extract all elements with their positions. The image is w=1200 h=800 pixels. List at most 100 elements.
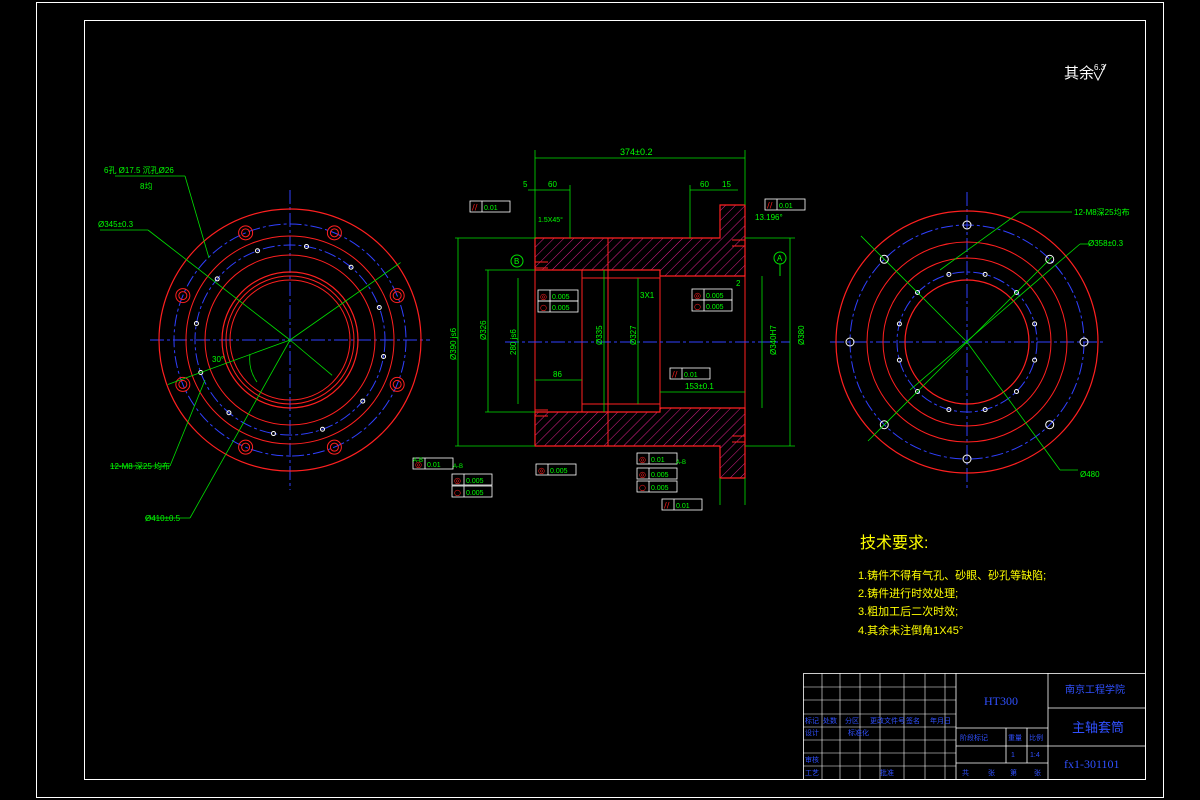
leader-line (867, 341, 968, 442)
cad-drawing-canvas: 其余 6.3 6孔 Ø17.5 沉孔Ø26 8均 Ø345±0.3 12-M8 … (36, 2, 1164, 798)
svg-text:1.铸件不得有气孔、砂眼、砂孔等缺陷;: 1.铸件不得有气孔、砂眼、砂孔等缺陷; (858, 568, 1046, 582)
tolerance-symbol-icon: ○ (694, 302, 701, 311)
dimension-text: Ø340H7 (769, 325, 778, 355)
tolerance-symbol-icon: ◎ (454, 476, 461, 485)
svg-text:4.其余未注倒角1X45°: 4.其余未注倒角1X45° (858, 623, 963, 637)
dimension-text: 1.5X45° (538, 216, 563, 224)
tolerance-value: 0.01 (484, 205, 498, 212)
svg-text:Ø345±0.3: Ø345±0.3 (98, 220, 134, 229)
dimension-text: 374±0.2 (620, 147, 652, 157)
tolerance-value: 0.005 (466, 490, 484, 497)
svg-text:1:4: 1:4 (1030, 752, 1040, 759)
tolerance-value: 0.005 (651, 472, 669, 479)
dimension-text: Ø327 (629, 325, 638, 345)
title-block-cell: 处数 (823, 716, 837, 725)
tolerance-value: 0.01 (779, 203, 793, 210)
svg-text:南京工程学院: 南京工程学院 (1065, 683, 1125, 696)
tolerance-symbol-icon: ◎ (540, 292, 547, 301)
tolerance-value: 0.005 (466, 478, 484, 485)
dimension-text: 15 (722, 180, 731, 189)
section-view: 374±0.2 60 60 5 15 86 153±0.1 3X1 2 1.5X45° 13.196… (412, 147, 806, 511)
tolerance-value: 0.005 (552, 294, 570, 301)
title-block-cell: 阶段标记 (960, 733, 988, 742)
datum-reference: A-B (413, 458, 423, 464)
title-block-cell: 比例 (1029, 733, 1043, 742)
tolerance-value: 0.005 (552, 305, 570, 312)
leader-line (860, 235, 968, 343)
title-block-cell: 更改文件号 (870, 716, 905, 725)
svg-text:1: 1 (1011, 752, 1015, 759)
svg-text:HT300: HT300 (984, 694, 1018, 708)
tolerance-symbol-icon: // (472, 203, 478, 212)
surface-roughness-note: 其余 6.3 (1064, 63, 1107, 82)
right-end-view: 12-M8深25均布 Ø358±0.3 Ø480 (830, 192, 1130, 490)
title-block-cell: 标记 (805, 716, 819, 725)
title-block-cell: 共 (962, 768, 969, 777)
tolerance-symbol-icon: ◎ (639, 455, 646, 464)
dimension-text: 5 (523, 180, 528, 189)
svg-text:3.粗加工后二次时效;: 3.粗加工后二次时效; (858, 604, 958, 618)
technical-requirements: 技术要求: 1.铸件不得有气孔、砂眼、砂孔等缺陷; 2.铸件进行时效处理; 3.… (858, 534, 1046, 637)
drawing-frame (84, 20, 1146, 780)
svg-text:A: A (777, 254, 783, 263)
dimension-text: 280 js6 (509, 329, 518, 355)
title-block-cell: 张 (988, 768, 995, 777)
svg-text:30°: 30° (212, 355, 224, 364)
title-block-cell: 审核 (805, 755, 819, 764)
tolerance-value: 0.01 (676, 503, 690, 510)
title-block-cell: 重量 (1008, 734, 1022, 742)
tolerance-symbol-icon: // (664, 501, 670, 510)
title-block-cell: 标准化 (848, 728, 869, 737)
tolerance-value: 0.005 (651, 485, 669, 492)
svg-text:fx1-301101: fx1-301101 (1064, 757, 1120, 771)
tolerance-symbol-icon: ○ (454, 488, 461, 497)
svg-text:2.铸件进行时效处理;: 2.铸件进行时效处理; (858, 586, 958, 600)
svg-text:技术要求:: 技术要求: (860, 534, 928, 552)
tolerance-value: 0.01 (427, 462, 441, 469)
title-block-cell: 张 (1034, 768, 1041, 777)
tolerance-value: 0.01 (684, 372, 698, 379)
tolerance-value: 0.005 (550, 468, 568, 475)
tolerance-symbol-icon: // (767, 201, 773, 210)
tolerance-symbol-icon: ○ (639, 483, 646, 492)
tolerance-value: 0.01 (651, 457, 665, 464)
tolerance-symbol-icon: // (672, 370, 678, 379)
title-block-cell: 年月日 (930, 716, 951, 725)
svg-text:其余: 其余 (1064, 64, 1094, 82)
tolerance-value: 0.005 (706, 304, 724, 311)
dimension-text: Ø326 (479, 320, 488, 340)
tolerance-symbol-icon: ◎ (538, 466, 545, 475)
svg-text:6孔 Ø17.5 沉孔Ø26: 6孔 Ø17.5 沉孔Ø26 (104, 166, 174, 175)
tolerance-symbol-icon: ○ (540, 303, 547, 312)
tolerance-value: 0.005 (706, 293, 724, 300)
dimension-text: Ø390 js6 (449, 327, 458, 360)
dimension-text: 60 (700, 180, 709, 189)
tolerance-symbol-icon: ◎ (694, 291, 701, 300)
title-block-cell: 批准 (880, 768, 894, 777)
dimension-text: 2 (736, 279, 741, 288)
svg-text:Ø410±0.5: Ø410±0.5 (145, 514, 181, 523)
dimension-text: 3X1 (640, 291, 655, 300)
title-block-cell: 设计 (805, 728, 819, 737)
dimension-text: Ø380 (797, 325, 806, 345)
svg-text:Ø358±0.3: Ø358±0.3 (1088, 239, 1124, 248)
title-block-cell: 工艺 (805, 769, 819, 777)
dimension-text: 86 (553, 370, 562, 379)
dimension-text: 153±0.1 (685, 382, 714, 391)
title-block-cell: 签名 (906, 716, 920, 725)
tolerance-symbol-icon: ◎ (639, 470, 646, 479)
leader-line (289, 339, 333, 376)
svg-text:B: B (514, 257, 519, 266)
svg-text:12-M8 深25 均布: 12-M8 深25 均布 (110, 461, 170, 471)
svg-text:Ø480: Ø480 (1080, 470, 1100, 479)
title-block-cell: 分区 (845, 716, 859, 725)
dimension-text: Ø335 (595, 325, 604, 345)
title-block-cell: 第 (1010, 768, 1017, 777)
left-end-view: 6孔 Ø17.5 沉孔Ø26 8均 Ø345±0.3 12-M8 深25 均布 … (98, 166, 430, 523)
datum-reference: A-B (676, 460, 686, 466)
svg-text:主轴套筒: 主轴套筒 (1072, 720, 1124, 735)
svg-text:12-M8深25均布: 12-M8深25均布 (1074, 207, 1130, 217)
svg-text:8均: 8均 (140, 181, 152, 191)
dimension-text: 13.196° (755, 213, 783, 222)
dimension-text: 60 (548, 180, 557, 189)
